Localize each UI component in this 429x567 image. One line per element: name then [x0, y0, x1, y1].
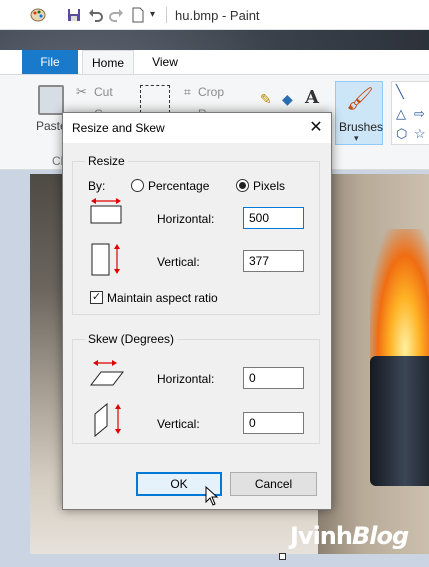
- skew-group: Skew (Degrees) Horizontal: Vertical:: [72, 332, 320, 444]
- resize-skew-dialog: Resize and Skew ✕ Resize By: Percentage …: [62, 112, 332, 510]
- clipboard-icon[interactable]: [38, 85, 64, 115]
- brushes-label: Brushes: [339, 120, 384, 134]
- resize-horizontal-label: Horizontal:: [157, 212, 215, 226]
- resize-vertical-label: Vertical:: [157, 255, 200, 269]
- window-title: hu.bmp - Paint: [175, 8, 260, 23]
- resize-group: Resize By: Percentage Pixels Horizontal:…: [72, 154, 320, 315]
- tab-view[interactable]: View: [142, 50, 188, 74]
- resize-vertical-icon: [91, 243, 120, 276]
- resize-group-label: Resize: [85, 154, 128, 168]
- text-tool-icon[interactable]: A: [305, 87, 319, 108]
- select-tool-icon[interactable]: [140, 85, 170, 113]
- title-separator: [166, 7, 167, 23]
- cancel-button[interactable]: Cancel: [230, 472, 317, 496]
- undo-icon[interactable]: [88, 7, 104, 23]
- tab-file[interactable]: File: [22, 50, 78, 74]
- percentage-radio[interactable]: [131, 179, 144, 192]
- by-label: By:: [88, 179, 106, 193]
- new-file-icon[interactable]: [130, 7, 146, 23]
- arrow-shape-icon[interactable]: ⇨: [414, 106, 425, 122]
- title-bar: ▾ hu.bmp - Paint: [0, 0, 429, 30]
- maintain-aspect-checkbox[interactable]: ✓: [90, 291, 103, 304]
- resize-horizontal-input[interactable]: [243, 207, 304, 229]
- scissors-icon[interactable]: ✂: [76, 84, 87, 100]
- skew-vertical-input[interactable]: [243, 412, 304, 434]
- pixels-label[interactable]: Pixels: [253, 179, 285, 193]
- redo-icon[interactable]: [108, 7, 124, 23]
- canvas-resize-handle[interactable]: [279, 553, 286, 560]
- tab-home[interactable]: Home: [82, 50, 134, 74]
- resize-horizontal-icon: [90, 198, 122, 224]
- crop-icon[interactable]: ⌗: [184, 85, 191, 100]
- paint-app-icon[interactable]: [30, 7, 46, 23]
- watermark-logo: JvinhBlog: [290, 522, 409, 550]
- quick-access-chevron-icon[interactable]: ▾: [150, 9, 166, 25]
- maintain-aspect-label[interactable]: Maintain aspect ratio: [107, 291, 218, 305]
- percentage-label[interactable]: Percentage: [148, 179, 209, 193]
- dialog-title-bar: Resize and Skew ✕: [63, 113, 331, 143]
- brush-icon: 🖌: [346, 86, 374, 111]
- chevron-down-icon: ▾: [354, 133, 359, 143]
- close-icon[interactable]: ✕: [301, 115, 331, 141]
- dialog-title: Resize and Skew: [72, 121, 165, 135]
- skew-horizontal-label: Horizontal:: [157, 372, 215, 386]
- mouse-cursor-icon: [205, 486, 219, 506]
- star-shape-icon[interactable]: ☆: [414, 126, 426, 142]
- cut-button[interactable]: Cut: [94, 85, 113, 99]
- brushes-button[interactable]: 🖌 Brushes ▾: [335, 81, 383, 145]
- pencil-icon[interactable]: ✎: [260, 91, 272, 108]
- triangle-shape-icon[interactable]: △: [396, 106, 406, 122]
- crop-button[interactable]: Crop: [198, 85, 224, 99]
- skew-vertical-label: Vertical:: [157, 417, 200, 431]
- hexagon-shape-icon[interactable]: ⬡: [396, 126, 407, 142]
- line-shape-icon[interactable]: ╲: [396, 84, 404, 100]
- pixels-radio[interactable]: [236, 179, 249, 192]
- skew-horizontal-input[interactable]: [243, 367, 304, 389]
- skew-vertical-icon: [94, 402, 121, 438]
- skew-horizontal-icon: [89, 360, 125, 386]
- shapes-gallery[interactable]: ╲ △ ⇨ ⬡ ☆: [391, 81, 429, 145]
- fill-bucket-icon[interactable]: ◆: [282, 91, 293, 108]
- ribbon-tabs: File Home View: [0, 50, 429, 74]
- save-icon[interactable]: [66, 7, 82, 23]
- resize-vertical-input[interactable]: [243, 250, 304, 272]
- image-barrel: [370, 356, 429, 486]
- skew-group-label: Skew (Degrees): [85, 332, 178, 346]
